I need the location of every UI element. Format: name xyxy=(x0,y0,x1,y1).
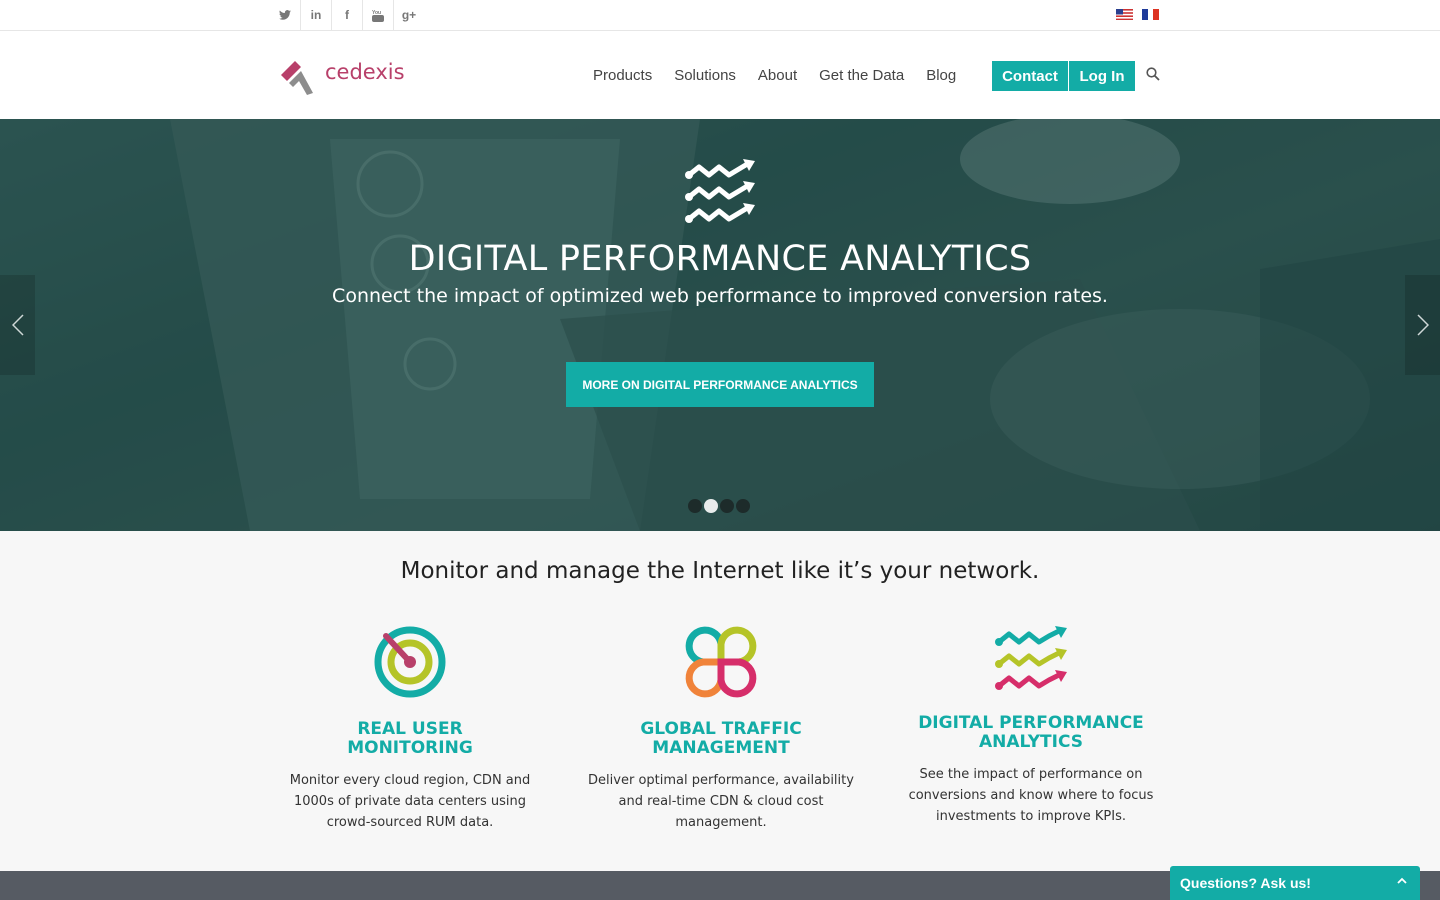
nav-get-the-data[interactable]: Get the Data xyxy=(808,67,915,84)
site-header: cedexis Products Solutions About Get the… xyxy=(0,31,1440,119)
feature-description: Monitor every cloud region, CDN and 1000… xyxy=(289,773,531,830)
feature-title: GLOBAL TRAFFIC MANAGEMENT xyxy=(640,719,802,758)
hero-subtitle: Connect the impact of optimized web perf… xyxy=(332,285,1108,307)
feature-title: REAL USER MONITORING xyxy=(347,719,473,758)
main-nav: Products Solutions About Get the Data Bl… xyxy=(582,67,967,84)
nav-solutions[interactable]: Solutions xyxy=(663,67,747,84)
google-plus-icon[interactable]: g+ xyxy=(394,0,424,30)
us-flag-icon[interactable] xyxy=(1116,9,1133,20)
nav-blog[interactable]: Blog xyxy=(915,67,967,84)
nav-products[interactable]: Products xyxy=(582,67,663,84)
slider-dot-active[interactable] xyxy=(704,499,718,513)
search-icon[interactable] xyxy=(1146,67,1160,81)
language-switcher xyxy=(1116,9,1159,20)
slider-dots xyxy=(688,499,750,513)
slider-dot[interactable] xyxy=(720,499,734,513)
top-bar: in f You g+ xyxy=(0,0,1440,31)
chevron-right-icon xyxy=(1416,314,1429,336)
youtube-icon[interactable]: You xyxy=(363,0,394,30)
nav-about[interactable]: About xyxy=(747,67,808,84)
chat-widget[interactable]: Questions? Ask us! xyxy=(1170,866,1420,900)
linkedin-icon[interactable]: in xyxy=(301,0,332,30)
slider-next-arrow[interactable] xyxy=(1405,275,1440,375)
slider-dot[interactable] xyxy=(688,499,702,513)
chevron-up-icon[interactable] xyxy=(1396,875,1408,887)
hero-cta-button[interactable]: MORE ON DIGITAL PERFORMANCE ANALYTICS xyxy=(566,362,874,407)
contact-button[interactable]: Contact xyxy=(992,61,1068,91)
chat-label: Questions? Ask us! xyxy=(1180,875,1311,891)
slider-prev-arrow[interactable] xyxy=(0,275,35,375)
target-icon xyxy=(374,626,446,698)
login-button[interactable]: Log In xyxy=(1069,61,1135,91)
tagline: Monitor and manage the Internet like it’… xyxy=(400,558,1040,584)
cedexis-logo-icon xyxy=(281,61,313,95)
social-links: in f You g+ xyxy=(270,0,424,30)
feature-description: Deliver optimal performance, availabilit… xyxy=(588,773,854,830)
feature-description: See the impact of performance on convers… xyxy=(908,767,1154,824)
feature-gtm: GLOBAL TRAFFIC MANAGEMENT Deliver optima… xyxy=(586,624,856,833)
analytics-trend-icon xyxy=(995,626,1067,690)
feature-title: DIGITAL PERFORMANCE ANALYTICS xyxy=(918,713,1144,752)
feature-rum: REAL USER MONITORING Monitor every cloud… xyxy=(275,624,545,833)
hero-slider: DIGITAL PERFORMANCE ANALYTICS Connect th… xyxy=(0,119,1440,531)
analytics-trend-icon xyxy=(685,159,755,223)
hero-title: DIGITAL PERFORMANCE ANALYTICS xyxy=(408,239,1032,279)
fr-flag-icon[interactable] xyxy=(1142,9,1159,20)
cloverleaf-icon xyxy=(685,626,757,698)
twitter-icon[interactable] xyxy=(270,0,301,30)
facebook-icon[interactable]: f xyxy=(332,0,363,30)
slider-dot[interactable] xyxy=(736,499,750,513)
logo-text: cedexis xyxy=(325,60,405,84)
feature-dpa: DIGITAL PERFORMANCE ANALYTICS See the im… xyxy=(896,624,1166,827)
logo[interactable]: cedexis xyxy=(279,59,405,97)
chevron-left-icon xyxy=(11,314,24,336)
